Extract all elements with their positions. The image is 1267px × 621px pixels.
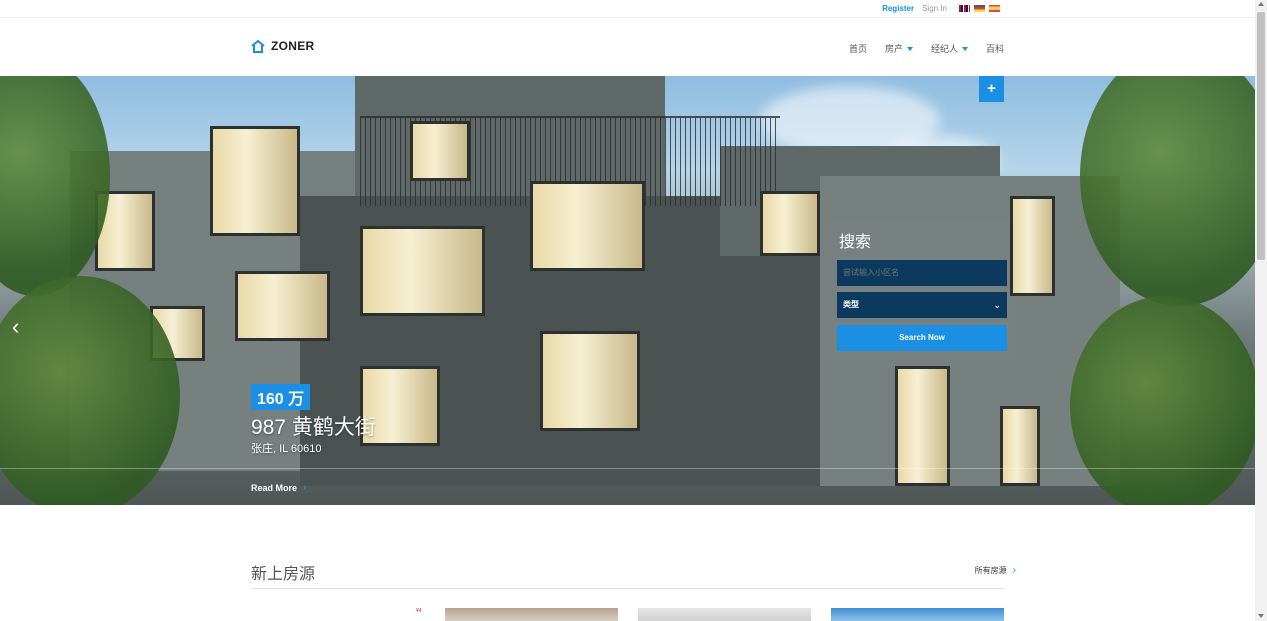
nav-item-home[interactable]: 首页	[849, 42, 867, 55]
signin-link[interactable]: Sign In	[922, 4, 947, 13]
spanish-flag-icon[interactable]	[989, 5, 1000, 12]
chevron-right-icon: ›	[303, 482, 307, 493]
nav-item-label: 经纪人	[930, 44, 958, 54]
section-title: 新上房源	[251, 566, 316, 583]
chevron-down-icon	[906, 46, 913, 51]
home-icon	[251, 39, 265, 53]
nav-item-label: 房产	[884, 44, 903, 54]
main-nav: 首页 房产 经纪人 百科	[849, 42, 1004, 55]
read-more-link[interactable]: Read More ›	[251, 482, 306, 493]
nav-item-label: 百科	[985, 44, 1004, 54]
search-input[interactable]	[837, 260, 1007, 286]
listing-thumbnail[interactable]	[445, 608, 618, 621]
search-now-button[interactable]: Search Now	[837, 325, 1007, 351]
english-flag-icon[interactable]	[959, 5, 970, 12]
type-select-label: 类型	[843, 300, 859, 309]
listing-thumbnail[interactable]: ¥4	[251, 608, 424, 621]
nav-item-wiki[interactable]: 百科	[986, 42, 1004, 55]
chevron-right-icon: ›	[1012, 565, 1016, 576]
thumbnail-tag: ¥4	[416, 608, 422, 614]
vertical-scrollbar[interactable]	[1255, 0, 1267, 621]
chevron-down-icon: ⌄	[993, 300, 1001, 310]
read-more-label: Read More	[251, 482, 298, 493]
account-links: Register Sign In	[882, 4, 1004, 13]
price-badge: 160 万	[251, 384, 311, 410]
listing-thumbnail[interactable]	[831, 608, 1004, 621]
search-panel: 搜索 类型 ⌄ Search Now	[830, 220, 1010, 360]
prev-slide-button[interactable]: ‹	[12, 314, 19, 340]
chevron-down-icon	[961, 46, 968, 51]
site-logo[interactable]: ZONER	[251, 39, 315, 53]
search-title: 搜索	[839, 234, 872, 251]
nav-item-property[interactable]: 房产	[885, 42, 913, 55]
scrollbar-thumb[interactable]	[1257, 12, 1265, 260]
nav-item-label: 首页	[848, 44, 867, 54]
all-listings-link[interactable]: 所有房源 ›	[975, 565, 1016, 576]
divider	[0, 468, 1255, 469]
divider	[251, 588, 1004, 589]
add-button[interactable]: +	[979, 76, 1004, 102]
logo-text: ZONER	[271, 39, 315, 53]
all-listings-label: 所有房源	[974, 566, 1007, 575]
type-select[interactable]: 类型 ⌄	[837, 292, 1007, 318]
site-header: ZONER 首页 房产 经纪人 百科	[0, 19, 1255, 76]
hero-slider: ‹ + 160 万 987 黄鹤大街 张庄, IL 60610 Read Mor…	[0, 76, 1255, 505]
top-utility-bar: Register Sign In	[0, 0, 1255, 18]
register-link[interactable]: Register	[882, 4, 914, 13]
scroll-down-icon[interactable]	[1258, 614, 1264, 618]
nav-item-agents[interactable]: 经纪人	[931, 42, 968, 55]
property-address: 张庄, IL 60610	[251, 443, 322, 455]
scroll-up-icon[interactable]	[1258, 2, 1264, 6]
german-flag-icon[interactable]	[974, 5, 985, 12]
listing-thumbnail[interactable]	[638, 608, 811, 621]
property-title[interactable]: 987 黄鹤大街	[251, 411, 376, 441]
